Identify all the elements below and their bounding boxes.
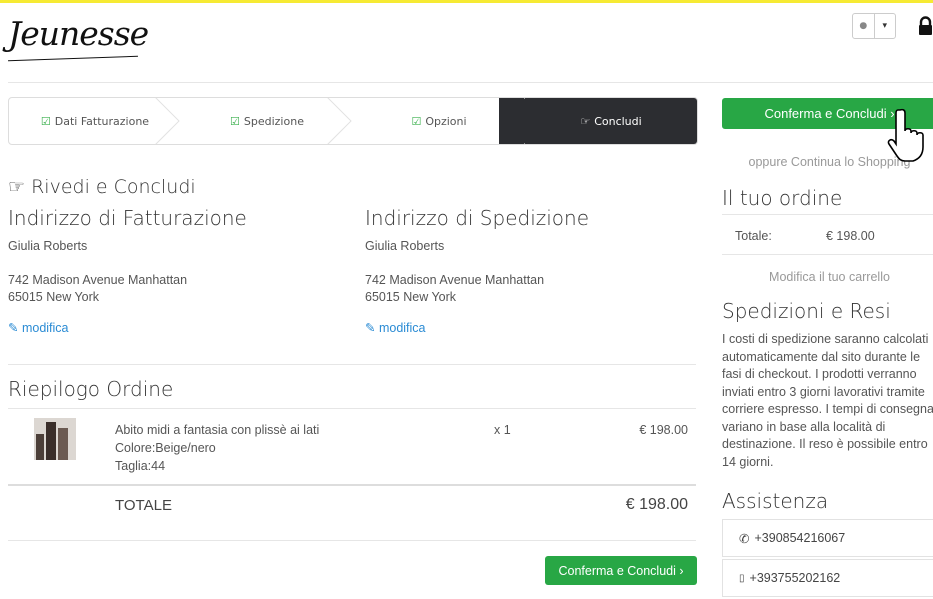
shipping-name: Giulia Roberts: [365, 239, 445, 253]
lock-icon[interactable]: [918, 16, 933, 36]
product-price: € 198.00: [639, 423, 688, 437]
mobile-icon: ▯: [739, 572, 745, 584]
shipping-edit-link[interactable]: ✎ modifica: [365, 320, 426, 335]
logo-underline: [8, 55, 138, 62]
review-title-text: Rivedi e Concludi: [31, 176, 196, 198]
step-opzioni[interactable]: ☑ Opzioni: [353, 98, 537, 144]
edit-cart-link[interactable]: Modifica il tuo carrello: [722, 268, 933, 286]
product-size: Taglia:44: [115, 459, 166, 473]
top-accent-bar: [0, 0, 933, 3]
pencil-icon: ✎: [365, 321, 376, 335]
billing-city: 65015 New York: [8, 290, 100, 304]
check-square-icon: ☑: [40, 114, 51, 128]
sidebar-divider: [722, 214, 933, 215]
billing-heading: Indirizzo di Fatturazione: [8, 206, 247, 230]
header-divider: [8, 82, 933, 83]
total-value: € 198.00: [625, 496, 688, 513]
billing-edit-link[interactable]: ✎ modifica: [8, 320, 69, 335]
hand-point-right-icon: ☞: [580, 114, 591, 128]
product-name[interactable]: Abito midi a fantasia con plissè ai lati: [115, 421, 319, 439]
step-spedizione[interactable]: ☑ Spedizione: [181, 98, 353, 144]
hand-point-right-icon: ☞: [8, 176, 26, 198]
step-dati-fatturazione[interactable]: ☑ Dati Fatturazione: [9, 98, 181, 144]
review-title: ☞ Rivedi e Concludi: [8, 176, 196, 198]
order-divider: [8, 408, 696, 409]
shipping-city: 65015 New York: [365, 290, 457, 304]
order-heading: Riepilogo Ordine: [8, 377, 174, 401]
step-label: Opzioni: [425, 114, 467, 128]
caret-down-icon: ▾: [873, 14, 896, 38]
user-icon: ●: [859, 21, 868, 31]
step-label: Dati Fatturazione: [54, 114, 150, 128]
sidebar-total-value: € 198.00: [826, 229, 875, 243]
product-color: Colore:Beige/nero: [115, 441, 216, 455]
shipping-returns-text: I costi di spedizione saranno calcolati …: [722, 332, 933, 469]
assist-phone-row[interactable]: ✆ +390854216067: [722, 519, 933, 557]
sidebar-total-label: Totale:: [735, 229, 772, 243]
user-menu-button[interactable]: ● ▾: [852, 13, 896, 39]
step-label: Concludi: [594, 114, 642, 128]
check-square-icon: ☑: [411, 114, 422, 128]
billing-street: 742 Madison Avenue Manhattan: [8, 273, 188, 287]
hand-cursor-icon: [887, 108, 924, 162]
checkout-steps: ☑ Dati Fatturazione ☑ Spedizione ☑ Opzio…: [8, 97, 698, 145]
product-qty: x 1: [494, 423, 511, 437]
bottom-divider: [8, 540, 696, 541]
pencil-icon: ✎: [8, 321, 19, 335]
check-square-icon: ☑: [230, 114, 240, 128]
billing-name: Giulia Roberts: [8, 239, 88, 253]
assist-phone: +390854216067: [754, 531, 846, 545]
step-concludi[interactable]: ☞ Concludi: [525, 98, 697, 144]
shipping-heading: Indirizzo di Spedizione: [365, 206, 590, 230]
sidebar-divider: [722, 254, 933, 255]
total-label: TOTALE: [115, 497, 172, 514]
phone-icon: ✆: [739, 531, 750, 546]
your-order-heading: Il tuo ordine: [722, 186, 843, 210]
assist-mobile: +393755202162: [749, 571, 841, 585]
assist-mobile-row[interactable]: ▯ +393755202162: [722, 559, 933, 597]
confirm-button-bottom[interactable]: Conferma e Concludi ›: [545, 556, 697, 585]
product-thumbnail[interactable]: [34, 418, 76, 460]
assistance-heading: Assistenza: [722, 489, 829, 513]
billing-edit-label: modifica: [21, 321, 69, 335]
section-divider: [8, 364, 696, 365]
brand-logo[interactable]: Jeunesse: [8, 14, 149, 53]
total-divider: [8, 484, 696, 486]
shipping-edit-label: modifica: [378, 321, 426, 335]
shipping-returns-heading: Spedizioni e Resi: [722, 299, 891, 323]
step-label: Spedizione: [243, 114, 304, 128]
shipping-street: 742 Madison Avenue Manhattan: [365, 273, 545, 287]
